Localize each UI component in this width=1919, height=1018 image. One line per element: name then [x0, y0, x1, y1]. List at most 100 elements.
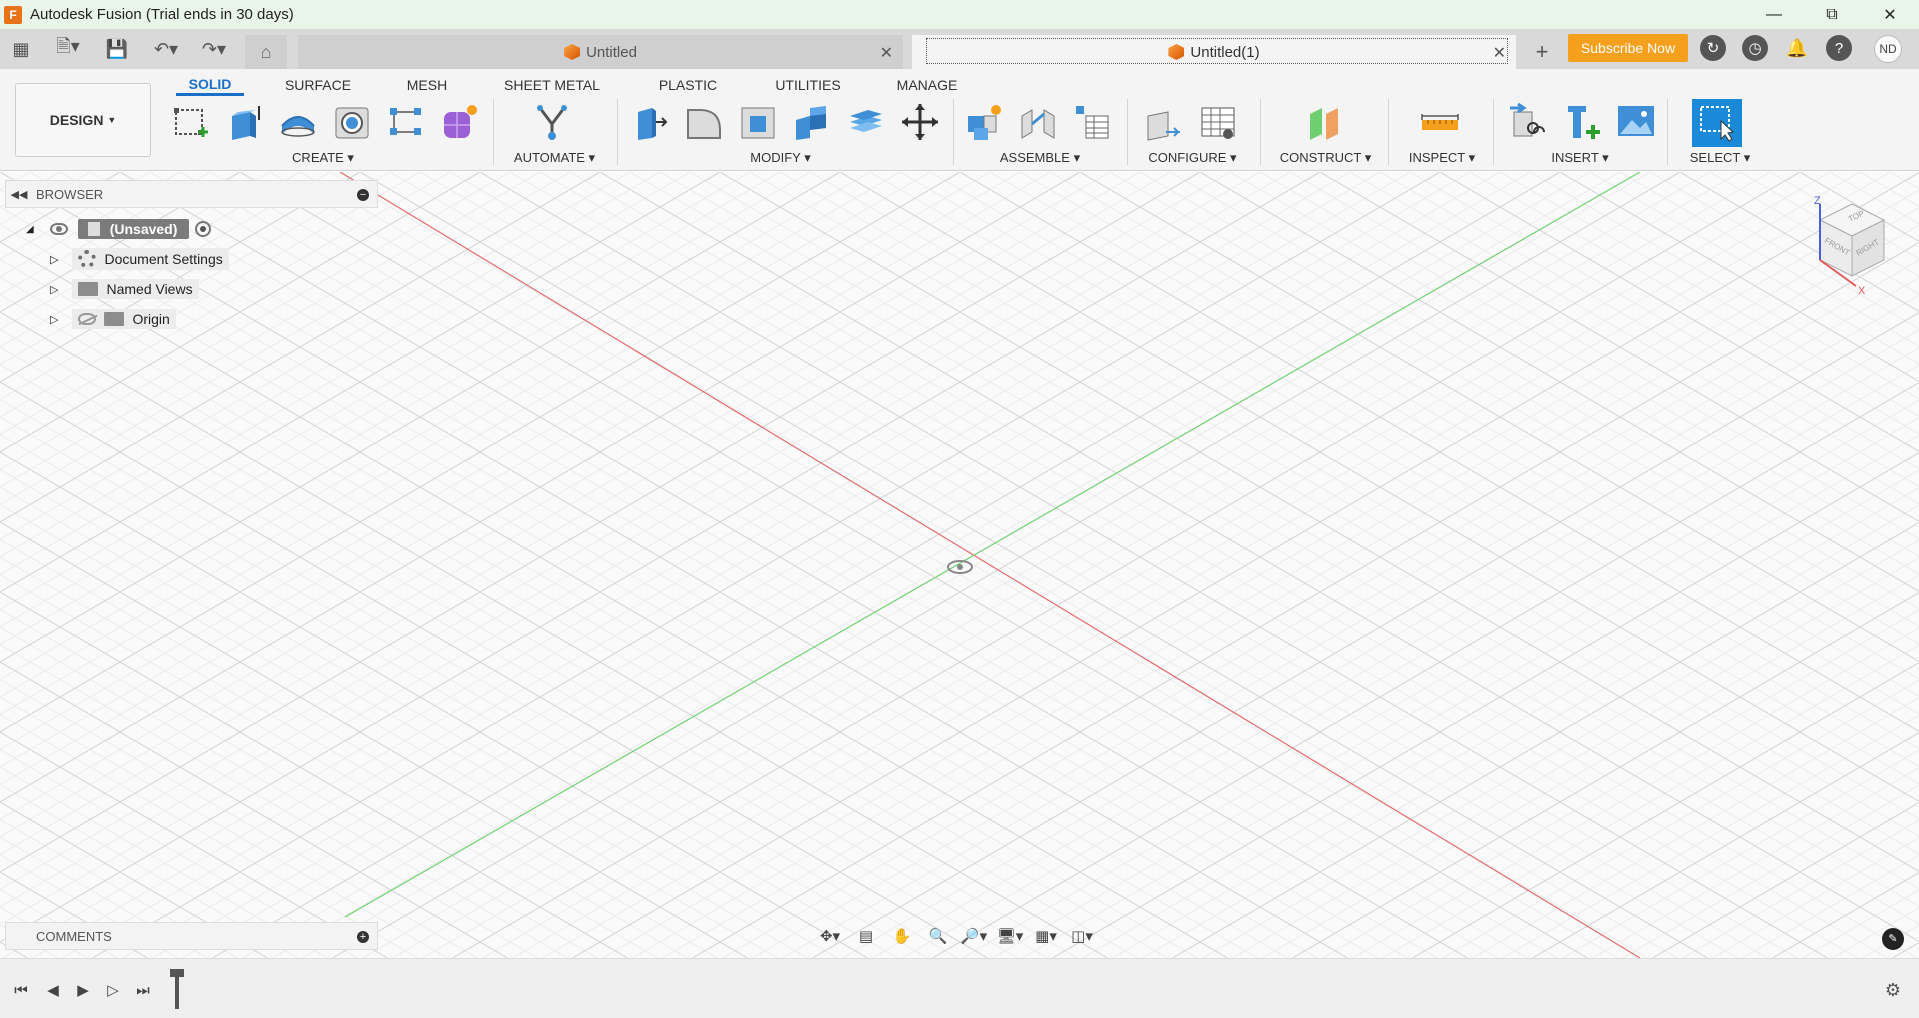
play-icon[interactable]: ▶ [72, 979, 94, 1001]
document-tab-untitled-1[interactable]: Untitled(1) ✕ [912, 35, 1516, 69]
redo-icon[interactable]: ↷▾ [194, 29, 234, 69]
viewports-icon[interactable]: ◫▾ [1064, 922, 1100, 950]
job-status-icon[interactable]: ↻ [1700, 35, 1726, 61]
step-back-icon[interactable]: ◀ [42, 979, 64, 1001]
timeline-marker[interactable] [170, 969, 184, 1009]
browser-item-document-settings[interactable]: ▷ Document Settings [50, 248, 229, 270]
hidden-eye-icon[interactable] [78, 313, 98, 326]
file-menu-icon[interactable]: 🗎▾ [48, 29, 88, 69]
tab-mesh[interactable]: MESH [390, 74, 464, 96]
select-icon[interactable] [1692, 99, 1742, 147]
grid-settings-icon[interactable]: ▦▾ [1028, 922, 1064, 950]
offset-face-icon[interactable] [844, 101, 888, 143]
component-icon [87, 222, 100, 236]
offset-plane-icon[interactable] [1302, 101, 1346, 143]
assemble-group-label[interactable]: ASSEMBLE ▾ [985, 150, 1095, 166]
create-sketch-icon[interactable] [168, 101, 212, 143]
restore-button[interactable]: ⧉ [1803, 0, 1861, 29]
user-avatar[interactable]: ND [1874, 35, 1902, 63]
create-group-label[interactable]: CREATE ▾ [268, 150, 378, 166]
tab-utilities[interactable]: UTILITIES [760, 74, 856, 96]
configure-group-label[interactable]: CONFIGURE ▾ [1135, 150, 1250, 166]
go-to-end-icon[interactable]: ⏭ [132, 979, 154, 1001]
modify-group-label[interactable]: MODIFY ▾ [728, 150, 833, 166]
insert-group-label[interactable]: INSERT ▾ [1530, 150, 1630, 166]
look-at-icon[interactable]: ▤ [848, 922, 884, 950]
hole-icon[interactable] [330, 101, 374, 143]
browser-root-node[interactable]: ◢ (Unsaved) [26, 218, 212, 240]
browser-panel-header[interactable]: ◀◀ BROWSER – [5, 180, 378, 208]
create-form-icon[interactable] [438, 101, 482, 143]
canvas-viewport[interactable] [0, 172, 1919, 958]
new-component-icon[interactable] [962, 101, 1006, 143]
tree-collapse-icon[interactable]: ◢ [26, 224, 34, 235]
fit-zoom-icon[interactable]: 🔎▾ [956, 922, 992, 950]
automate-group-label[interactable]: AUTOMATE ▾ [502, 150, 607, 166]
measure-icon[interactable] [1418, 101, 1462, 143]
visibility-eye-icon[interactable] [49, 223, 68, 235]
step-forward-icon[interactable]: ▷ [102, 979, 124, 1001]
construct-group-label[interactable]: CONSTRUCT ▾ [1268, 150, 1383, 166]
fillet-icon[interactable] [682, 101, 726, 143]
extrude-icon[interactable] [222, 101, 266, 143]
apps-grid-icon[interactable]: ▦ [8, 29, 34, 69]
insert-mcmaster-icon[interactable] [1560, 101, 1604, 143]
close-tab-icon[interactable]: ✕ [1493, 43, 1506, 63]
joint-icon[interactable] [1016, 101, 1060, 143]
help-icon[interactable]: ? [1826, 35, 1852, 61]
workspace-switcher-button[interactable]: DESIGN ▼ [15, 83, 151, 157]
text-commands-icon[interactable]: ✎ [1882, 928, 1904, 950]
configure-icon[interactable] [1142, 101, 1186, 143]
home-icon[interactable]: ⌂ [245, 35, 287, 69]
browser-item-named-views[interactable]: ▷ Named Views [50, 278, 199, 300]
subscribe-button[interactable]: Subscribe Now [1568, 34, 1688, 62]
history-clock-icon[interactable]: ◷ [1742, 35, 1768, 61]
browser-item-origin[interactable]: ▷ Origin [50, 308, 176, 330]
expand-arrow-icon[interactable]: ▷ [50, 253, 58, 266]
tab-sheet-metal[interactable]: SHEET METAL [492, 74, 612, 96]
press-pull-icon[interactable] [628, 101, 672, 143]
revolve-icon[interactable] [276, 101, 320, 143]
minimize-button[interactable]: — [1745, 0, 1803, 29]
zoom-icon[interactable]: 🔍 [920, 922, 956, 950]
select-group-label[interactable]: SELECT ▾ [1670, 150, 1770, 166]
tab-manage[interactable]: MANAGE [884, 74, 970, 96]
save-icon[interactable]: 💾 [104, 29, 130, 69]
tab-plastic[interactable]: PLASTIC [640, 74, 736, 96]
close-tab-icon[interactable]: ✕ [880, 43, 893, 63]
automate-icon[interactable] [530, 101, 574, 143]
timeline-settings-gear-icon[interactable]: ⚙ [1882, 979, 1904, 1001]
configuration-table-icon[interactable] [1196, 101, 1240, 143]
add-comment-icon[interactable]: + [357, 931, 369, 943]
pattern-icon[interactable] [384, 101, 428, 143]
tab-surface[interactable]: SURFACE [270, 74, 366, 96]
shell-icon[interactable] [736, 101, 780, 143]
ribbon-separator [1493, 99, 1494, 165]
toolbar-ribbon: DESIGN ▼ SOLID SURFACE MESH SHEET METAL … [0, 69, 1919, 171]
orbit-icon[interactable]: ✥▾ [812, 922, 848, 950]
move-copy-icon[interactable] [898, 101, 942, 143]
insert-canvas-icon[interactable] [1614, 101, 1658, 143]
comments-panel[interactable]: COMMENTS + [5, 922, 378, 950]
display-settings-icon[interactable]: 🖥▾ [992, 922, 1028, 950]
document-tab-untitled[interactable]: Untitled ✕ [298, 35, 903, 69]
undo-icon[interactable]: ↶▾ [146, 29, 186, 69]
minimize-panel-icon[interactable]: – [357, 189, 369, 201]
view-cube[interactable]: TOP FRONT RIGHT Z X [1800, 190, 1900, 300]
insert-derive-icon[interactable] [1506, 101, 1550, 143]
tab-solid[interactable]: SOLID [176, 74, 244, 96]
collapse-panel-icon[interactable]: ◀◀ [6, 188, 32, 201]
activate-radio-icon[interactable] [195, 221, 212, 237]
expand-arrow-icon[interactable]: ▷ [50, 283, 58, 296]
close-button[interactable]: ✕ [1861, 0, 1919, 29]
new-tab-plus-icon[interactable]: + [1527, 35, 1557, 69]
ground-grid [0, 172, 1919, 958]
inspect-group-label[interactable]: INSPECT ▾ [1392, 150, 1492, 166]
expand-arrow-icon[interactable]: ▷ [50, 313, 58, 326]
notifications-bell-icon[interactable]: 🔔 [1784, 35, 1810, 61]
ribbon-separator [953, 99, 954, 165]
pan-hand-icon[interactable]: ✋ [884, 922, 920, 950]
combine-icon[interactable] [790, 101, 834, 143]
bill-of-materials-icon[interactable] [1070, 101, 1114, 143]
go-to-start-icon[interactable]: ⏮ [10, 979, 32, 1001]
